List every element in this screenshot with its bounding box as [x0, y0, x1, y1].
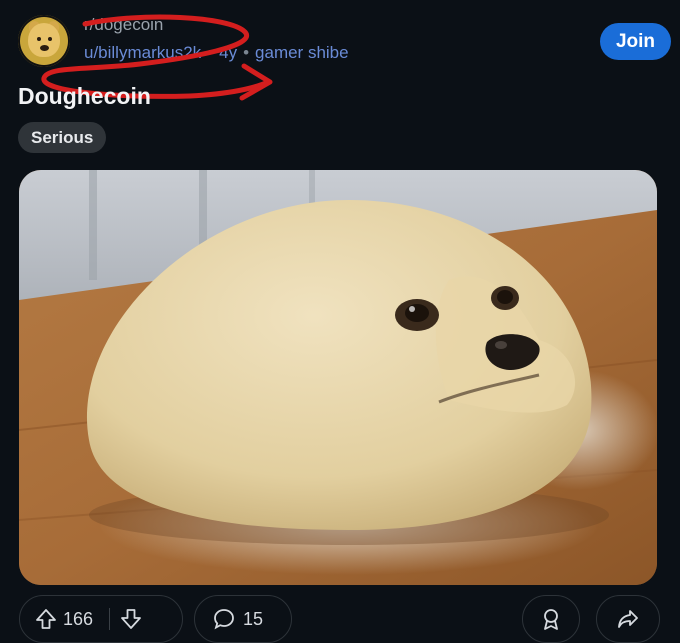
post-image[interactable] [19, 170, 657, 585]
dough-doge-picture [19, 170, 657, 585]
downvote-icon[interactable] [120, 608, 142, 630]
comment-count: 15 [243, 608, 264, 629]
upvote-icon[interactable] [35, 608, 57, 630]
post-age: 4y [219, 43, 238, 62]
subreddit-avatar[interactable] [18, 15, 70, 67]
post-meta: u/billymarkus2k • 4y • gamer shibe [84, 43, 349, 63]
share-button[interactable] [596, 595, 660, 643]
meta-separator: • [207, 43, 214, 62]
vote-bar: 166 [19, 595, 183, 643]
join-button[interactable]: Join [600, 23, 671, 60]
user-flair: gamer shibe [255, 43, 349, 62]
award-button[interactable] [522, 595, 580, 643]
post-flair[interactable]: Serious [18, 122, 107, 153]
author-link[interactable]: u/billymarkus2k [84, 43, 201, 62]
upvote-count: 166 [63, 608, 94, 629]
avatar-eye [37, 37, 41, 41]
subreddit-name[interactable]: r/dogecoin [84, 15, 163, 35]
comments-button[interactable]: 15 [194, 595, 292, 643]
comment-icon [214, 609, 234, 630]
award-icon [544, 609, 558, 630]
avatar-face [28, 23, 60, 57]
avatar-nose [40, 45, 49, 51]
share-icon [618, 610, 638, 628]
post-title[interactable]: Doughecoin [18, 83, 151, 110]
avatar-eye [48, 37, 52, 41]
meta-separator: • [243, 43, 250, 62]
vote-divider [109, 608, 111, 630]
